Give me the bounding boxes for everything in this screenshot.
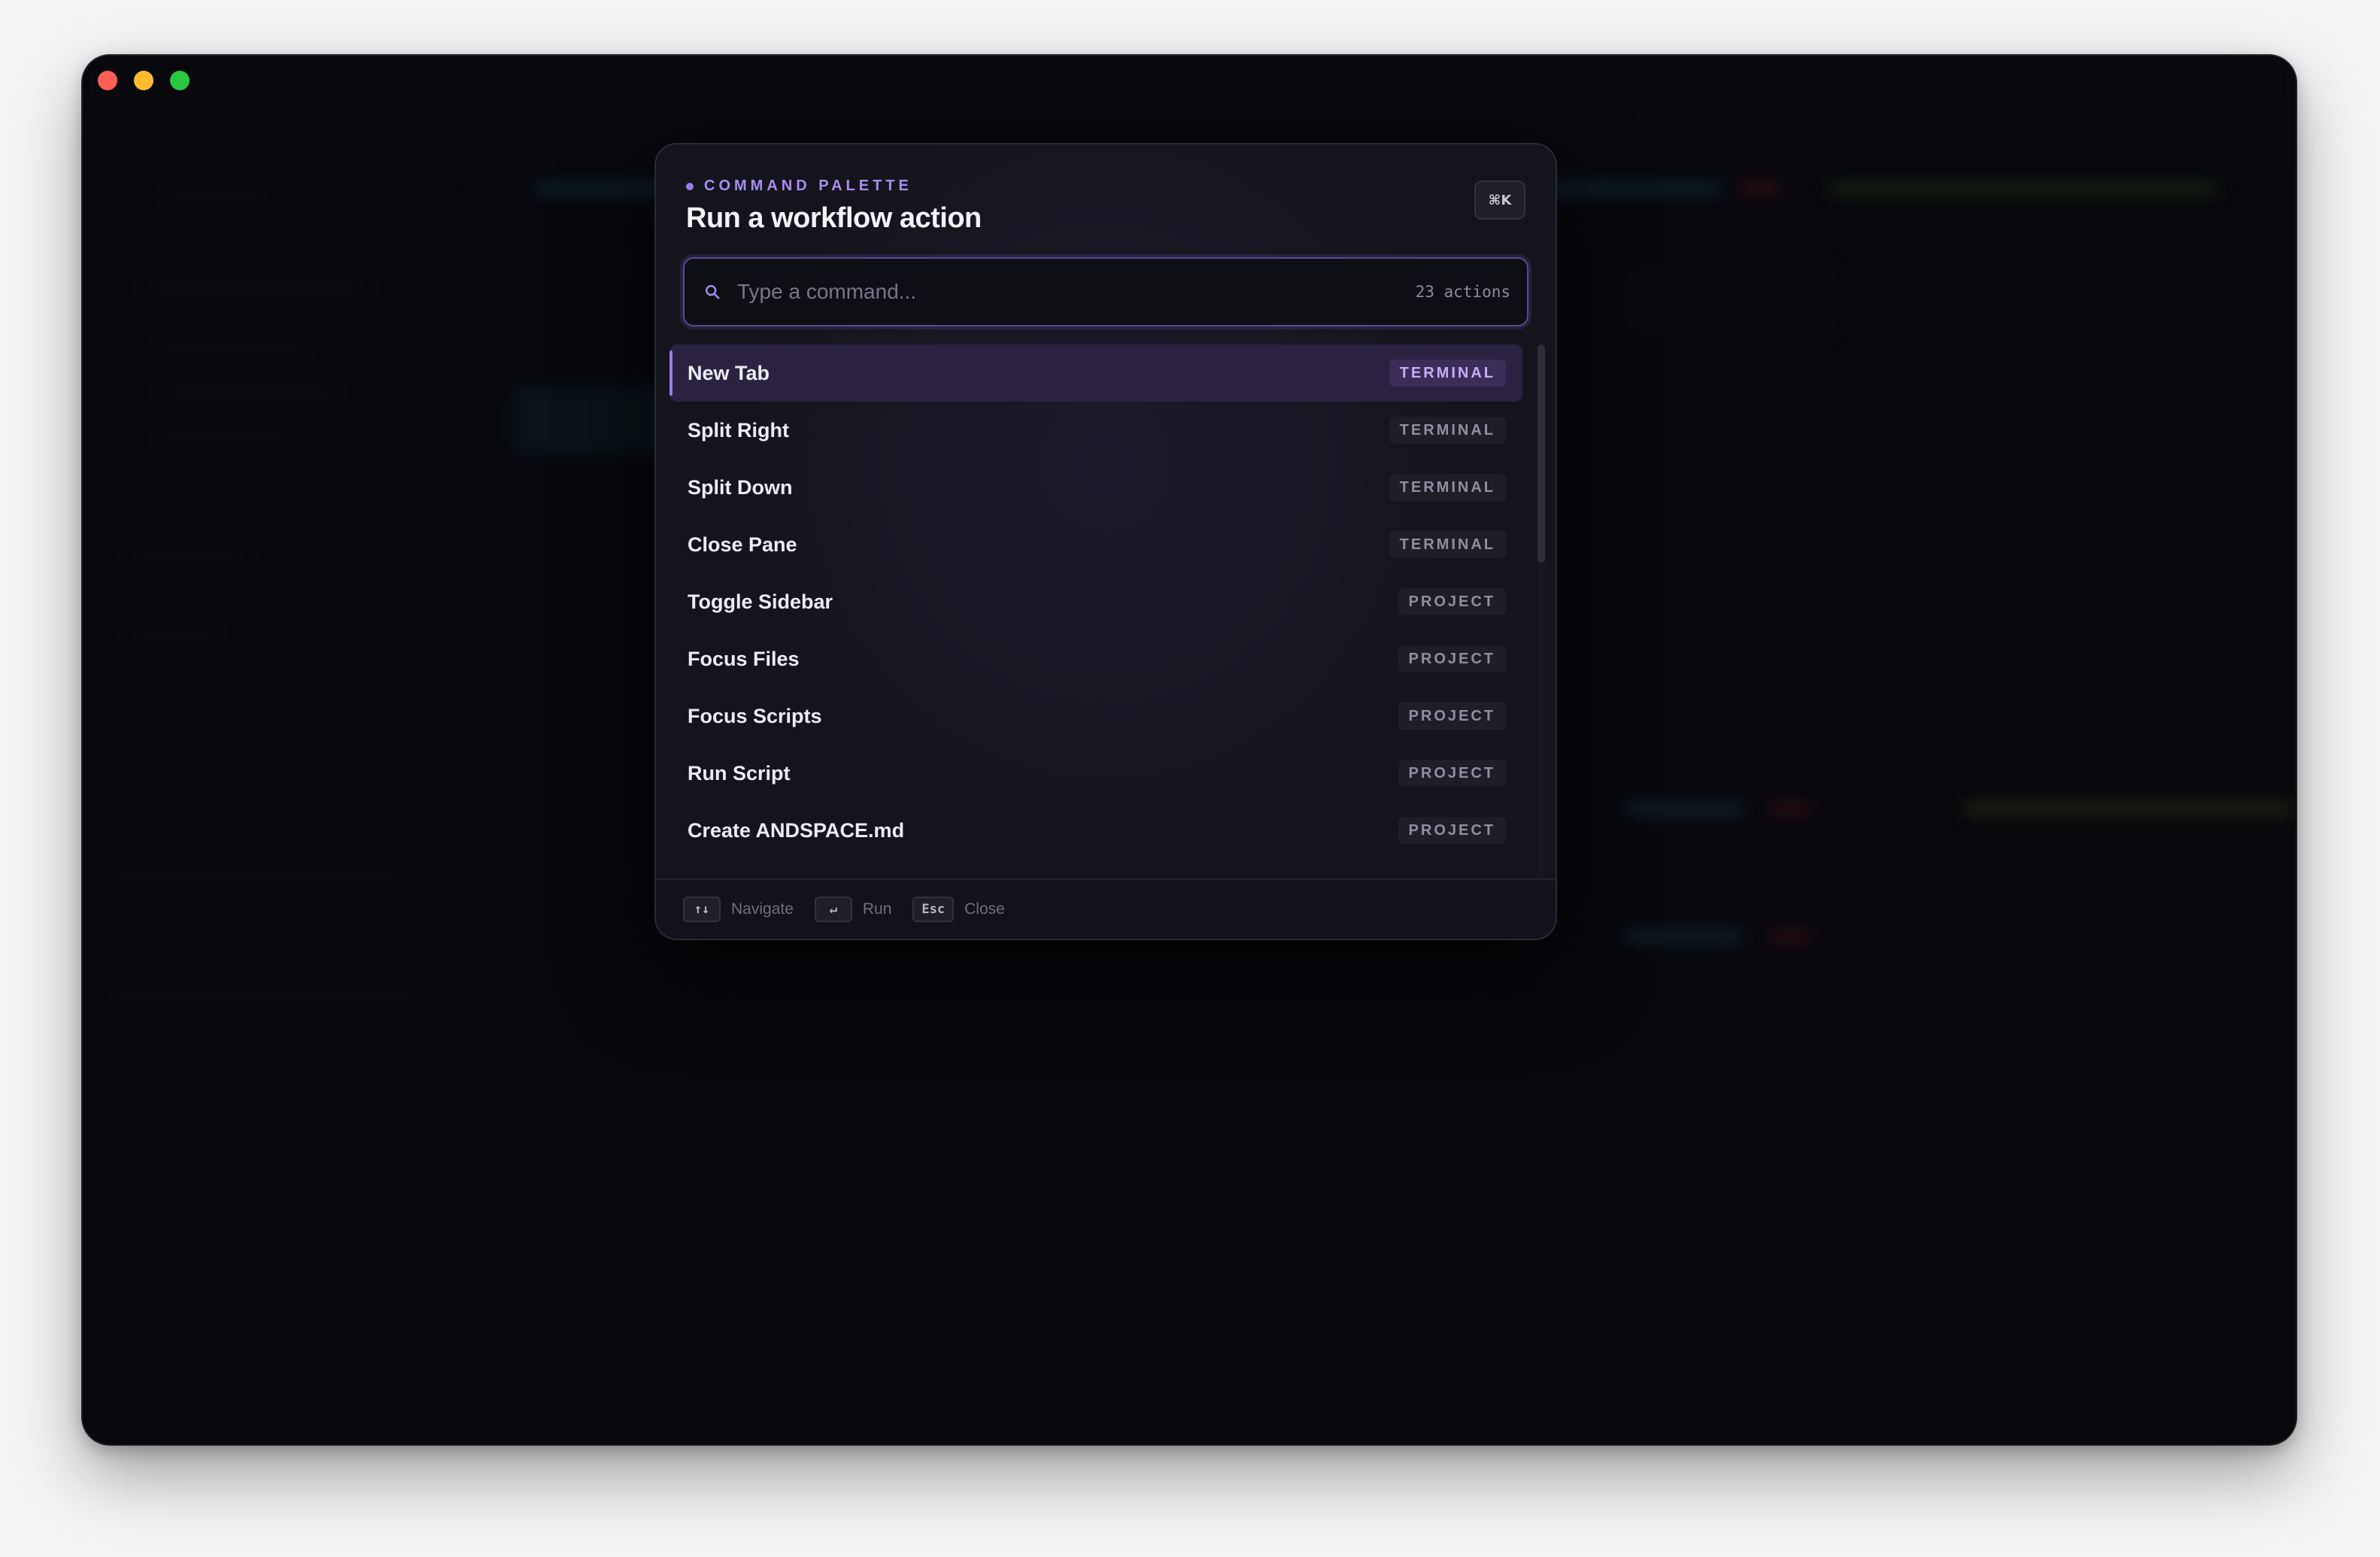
- command-category-tag: TERMINAL: [1389, 417, 1506, 444]
- command-list: New Tab TERMINAL Split Right TERMINAL Sp…: [669, 344, 1522, 880]
- command-category-tag: PROJECT: [1398, 645, 1506, 672]
- command-category-tag: PROJECT: [1398, 760, 1506, 787]
- search-icon: [706, 285, 720, 299]
- scrollbar-thumb[interactable]: [1538, 344, 1545, 563]
- command-category-tag: TERMINAL: [1389, 531, 1506, 558]
- command-item[interactable]: Run Script PROJECT: [669, 745, 1522, 802]
- command-item[interactable]: Create ANDSPACE.md PROJECT: [669, 802, 1522, 859]
- minimize-window-button[interactable]: [134, 71, 153, 90]
- command-category-tag: TERMINAL: [1389, 360, 1506, 387]
- close-window-button[interactable]: [98, 71, 117, 90]
- palette-eyebrow-label: COMMAND PALETTE: [704, 178, 912, 194]
- arrow-keys-icon: ↑↓: [683, 897, 721, 922]
- command-label: Focus Files: [688, 647, 800, 670]
- command-label: Close Pane: [688, 533, 797, 556]
- hint-close: Esc Close: [912, 897, 1005, 922]
- escape-key: Esc: [912, 897, 955, 922]
- shortcut-badge: ⌘K: [1474, 181, 1525, 220]
- command-item[interactable]: Focus Scripts PROJECT: [669, 687, 1522, 745]
- command-item[interactable]: Focus Files PROJECT: [669, 630, 1522, 687]
- command-category-tag: TERMINAL: [1389, 474, 1506, 501]
- command-item[interactable]: Split Right TERMINAL: [669, 402, 1522, 459]
- action-count: 23 actions: [1415, 283, 1510, 301]
- command-category-tag: PROJECT: [1398, 817, 1506, 844]
- command-label: Toggle Sidebar: [688, 590, 833, 613]
- command-palette: COMMAND PALETTE Run a workflow action ⌘K…: [656, 144, 1556, 939]
- command-label: Create ANDSPACE.md: [688, 818, 905, 842]
- palette-eyebrow: COMMAND PALETTE: [686, 178, 1525, 195]
- command-label: Split Down: [688, 475, 793, 499]
- command-category-tag: PROJECT: [1398, 588, 1506, 615]
- eyebrow-dot-icon: [686, 182, 694, 190]
- command-label: Split Right: [688, 418, 789, 442]
- command-item-partial[interactable]: [669, 859, 1522, 880]
- search-box[interactable]: 23 actions: [683, 257, 1528, 326]
- window-controls: [98, 71, 190, 90]
- command-category-tag: PROJECT: [1398, 703, 1506, 730]
- enter-key-icon: ↵: [814, 897, 852, 922]
- hint-navigate: ↑↓ Navigate: [683, 897, 794, 922]
- command-label: Run Script: [688, 761, 791, 785]
- palette-title: Run a workflow action: [686, 202, 982, 234]
- palette-header: COMMAND PALETTE Run a workflow action ⌘K: [686, 178, 1525, 253]
- hint-run: ↵ Run: [814, 897, 892, 922]
- command-label: New Tab: [688, 361, 770, 384]
- command-item[interactable]: New Tab TERMINAL: [669, 344, 1522, 402]
- zoom-window-button[interactable]: [170, 71, 190, 90]
- command-label: Focus Scripts: [688, 704, 822, 727]
- hint-close-label: Close: [964, 900, 1005, 918]
- command-item[interactable]: Toggle Sidebar PROJECT: [669, 573, 1522, 630]
- command-item[interactable]: Split Down TERMINAL: [669, 459, 1522, 516]
- palette-footer: ↑↓ Navigate ↵ Run Esc Close: [656, 879, 1556, 939]
- hint-navigate-label: Navigate: [731, 900, 794, 918]
- search-input[interactable]: [736, 279, 1416, 305]
- hint-run-label: Run: [862, 900, 892, 918]
- command-item[interactable]: Close Pane TERMINAL: [669, 516, 1522, 573]
- list-scrollbar[interactable]: [1538, 344, 1545, 880]
